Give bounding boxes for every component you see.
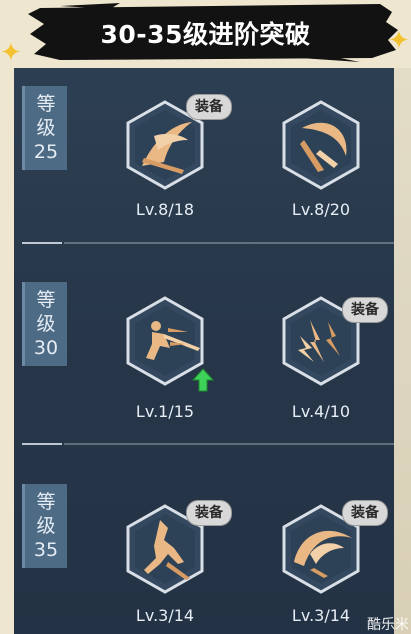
section-divider-accent <box>22 242 62 244</box>
equipped-badge: 装备 <box>342 500 388 526</box>
star-icon-right: ✦ <box>388 26 410 56</box>
side-strip <box>394 68 411 634</box>
equipped-badge: 装备 <box>186 94 232 120</box>
skill-level-text: Lv.3/14 <box>135 606 195 625</box>
tier-label-35: 等 级 35 <box>22 484 67 568</box>
skill-level-text: Lv.1/15 <box>135 402 195 421</box>
title-banner: 30-35级进阶突破 <box>0 0 411 64</box>
equipped-badge: 装备 <box>186 500 232 526</box>
page-title: 30-35级进阶突破 <box>100 20 311 49</box>
skill-level-text: Lv.4/10 <box>291 402 351 421</box>
star-icon-left: ✦ <box>0 38 22 68</box>
tier-label-25: 等 级 25 <box>22 86 67 170</box>
section-divider <box>64 242 394 244</box>
skill-upgrade-screen: 30-35级进阶突破 ✦ ✦ 等 级 25 装备 Lv.8/18 Lv.8/20 <box>0 0 411 634</box>
tier-label-30: 等 级 30 <box>22 282 67 366</box>
skill-level-text: Lv.8/18 <box>135 200 195 219</box>
equipped-badge: 装备 <box>342 297 388 323</box>
skill-level-text: Lv.3/14 <box>291 606 351 625</box>
skill-slot-crescent-blade[interactable] <box>280 100 362 190</box>
watermark: 酷乐米 <box>367 617 409 633</box>
skill-level-text: Lv.8/20 <box>291 200 351 219</box>
section-divider-accent <box>22 443 62 445</box>
section-divider <box>64 443 394 445</box>
upgrade-arrow-icon[interactable] <box>192 368 214 392</box>
